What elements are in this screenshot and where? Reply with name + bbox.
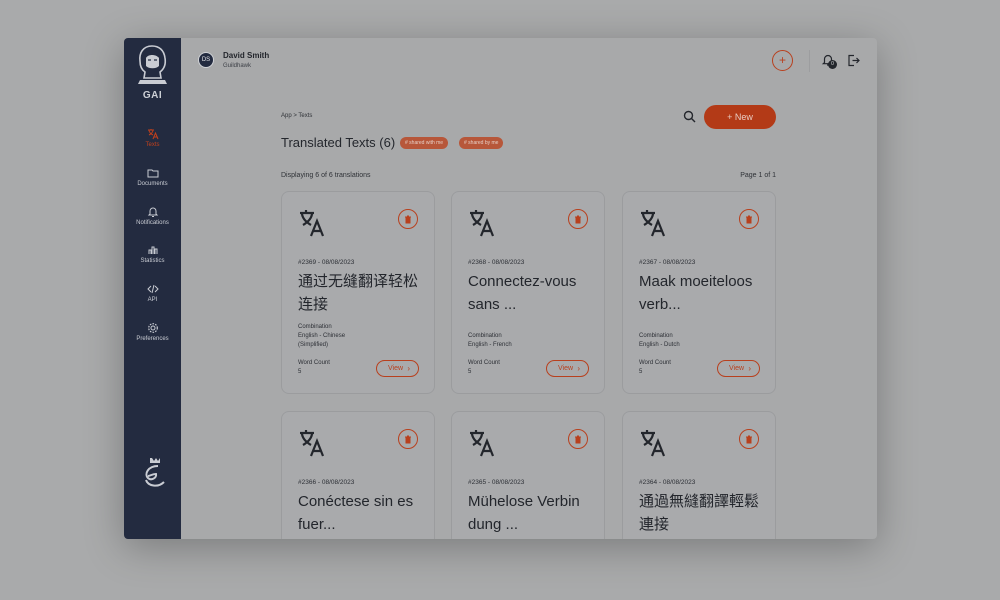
word-count-value: 5 xyxy=(468,369,472,375)
chevron-right-icon: › xyxy=(407,364,410,373)
word-count-label: Word Count xyxy=(639,360,671,366)
plus-icon: + xyxy=(727,112,735,122)
bar-chart-icon xyxy=(148,246,157,254)
card-meta: #2369 - 08/08/2023 xyxy=(298,259,355,266)
combination-value: English - Chinese (Simplified) xyxy=(298,333,346,348)
sidebar-item-label: Documents xyxy=(137,181,168,187)
crest-icon xyxy=(145,458,165,487)
view-button[interactable]: View › xyxy=(376,360,419,377)
translate-icon xyxy=(641,430,666,457)
add-button[interactable]: + xyxy=(772,50,793,71)
translate-icon xyxy=(641,210,666,237)
avatar[interactable]: DS xyxy=(198,52,214,68)
card-title: Conéctese sin es fuer... xyxy=(298,493,414,533)
view-button-label: View xyxy=(388,365,404,372)
translation-card[interactable]: #2366 - 08/08/2023 Conéctese sin es fuer… xyxy=(281,411,435,539)
delete-button[interactable] xyxy=(739,429,759,449)
app-window: GAI Texts Documents Notifications Statis… xyxy=(124,38,877,539)
card-title: 通過無縫翻譯輕鬆連接 xyxy=(639,493,760,533)
translation-card[interactable]: #2364 - 08/08/2023 通過無縫翻譯輕鬆連接 xyxy=(622,411,776,539)
gear-icon xyxy=(147,323,158,333)
card-title: Maak moeiteloos verb... xyxy=(639,273,753,313)
search-icon[interactable] xyxy=(683,110,696,123)
delete-button[interactable] xyxy=(398,209,418,229)
combination-label: Combination xyxy=(298,324,332,330)
card-title: Mühelose Verbin dung ... xyxy=(468,493,580,533)
sidebar-item-label: Preferences xyxy=(136,336,169,342)
translation-card[interactable]: #2369 - 08/08/2023 通过无缝翻译轻松连接 Combinatio… xyxy=(281,191,435,394)
word-count-value: 5 xyxy=(639,369,643,375)
word-count-value: 5 xyxy=(298,369,302,375)
sidebar-item-label: Notifications xyxy=(136,220,169,226)
translate-icon xyxy=(470,210,495,237)
sidebar-item-notifications[interactable]: Notifications xyxy=(124,206,181,226)
trash-icon xyxy=(405,215,411,223)
combination-label: Combination xyxy=(639,333,673,339)
new-button[interactable]: + New xyxy=(704,105,776,129)
sidebar-item-preferences[interactable]: Preferences xyxy=(124,322,181,342)
shared-with-me-chip[interactable]: # shared with me xyxy=(400,137,449,149)
delete-button[interactable] xyxy=(398,429,418,449)
sidebar: GAI Texts Documents Notifications Statis… xyxy=(124,38,181,539)
combination-label: Combination xyxy=(468,333,502,339)
combination-value: English - Dutch xyxy=(639,342,680,348)
breadcrumb-texts[interactable]: Texts xyxy=(298,113,312,119)
translation-card[interactable]: #2368 - 08/08/2023 Connectez-vous sans .… xyxy=(451,191,605,394)
card-meta: #2367 - 08/08/2023 xyxy=(639,259,696,266)
breadcrumb-app[interactable]: App xyxy=(281,113,292,119)
notification-count-badge: 0 xyxy=(828,60,837,69)
code-icon xyxy=(146,284,159,294)
logo-head-icon xyxy=(138,45,167,84)
sidebar-item-documents[interactable]: Documents xyxy=(124,167,181,187)
translate-icon xyxy=(300,210,325,237)
translate-icon xyxy=(147,129,158,140)
sidebar-item-texts[interactable]: Texts xyxy=(124,128,181,148)
pagination-label: Page 1 of 1 xyxy=(740,172,776,179)
trash-icon xyxy=(575,215,581,223)
chevron-right-icon: › xyxy=(748,364,751,373)
translation-card[interactable]: #2365 - 08/08/2023 Mühelose Verbin dung … xyxy=(451,411,605,539)
trash-icon xyxy=(405,435,411,443)
breadcrumb: App > Texts xyxy=(281,113,312,119)
card-title: 通过无缝翻译轻松连接 xyxy=(298,273,419,313)
bell-icon xyxy=(147,207,158,217)
view-button[interactable]: View › xyxy=(717,360,760,377)
card-meta: #2365 - 08/08/2023 xyxy=(468,479,525,486)
word-count-label: Word Count xyxy=(468,360,500,366)
sidebar-item-api[interactable]: API xyxy=(124,283,181,303)
user-name: David Smith xyxy=(223,51,270,60)
trash-icon xyxy=(746,435,752,443)
logo-text: GAI xyxy=(142,90,163,101)
combination-value: English - French xyxy=(468,342,512,348)
card-meta: #2364 - 08/08/2023 xyxy=(639,479,696,486)
sidebar-item-statistics[interactable]: Statistics xyxy=(124,244,181,264)
new-button-label: New xyxy=(734,112,753,122)
card-title: Connectez-vous sans ... xyxy=(468,273,577,313)
trash-icon xyxy=(575,435,581,443)
translate-icon xyxy=(300,430,325,457)
header-divider xyxy=(809,50,810,72)
card-meta: #2368 - 08/08/2023 xyxy=(468,259,525,266)
translate-icon xyxy=(470,430,495,457)
folder-icon xyxy=(147,169,158,178)
chevron-right-icon: › xyxy=(577,364,580,373)
delete-button[interactable] xyxy=(568,429,588,449)
page-title: Translated Texts (6) xyxy=(281,135,396,150)
view-button-label: View xyxy=(558,365,574,372)
translation-card[interactable]: #2367 - 08/08/2023 Maak moeiteloos verb.… xyxy=(622,191,776,394)
displaying-count: Displaying 6 of 6 translations xyxy=(281,172,371,179)
sidebar-item-label: API xyxy=(147,297,158,303)
view-button[interactable]: View › xyxy=(546,360,589,377)
shared-by-me-chip[interactable]: # shared by me xyxy=(459,137,504,149)
view-button-label: View xyxy=(729,365,745,372)
logout-icon[interactable] xyxy=(847,54,860,67)
word-count-label: Word Count xyxy=(298,360,330,366)
user-organization: Guildhawk xyxy=(223,63,252,69)
card-meta: #2366 - 08/08/2023 xyxy=(298,479,355,486)
sidebar-item-label: Texts xyxy=(145,142,160,148)
delete-button[interactable] xyxy=(739,209,759,229)
delete-button[interactable] xyxy=(568,209,588,229)
trash-icon xyxy=(746,215,752,223)
sidebar-item-label: Statistics xyxy=(140,258,165,264)
